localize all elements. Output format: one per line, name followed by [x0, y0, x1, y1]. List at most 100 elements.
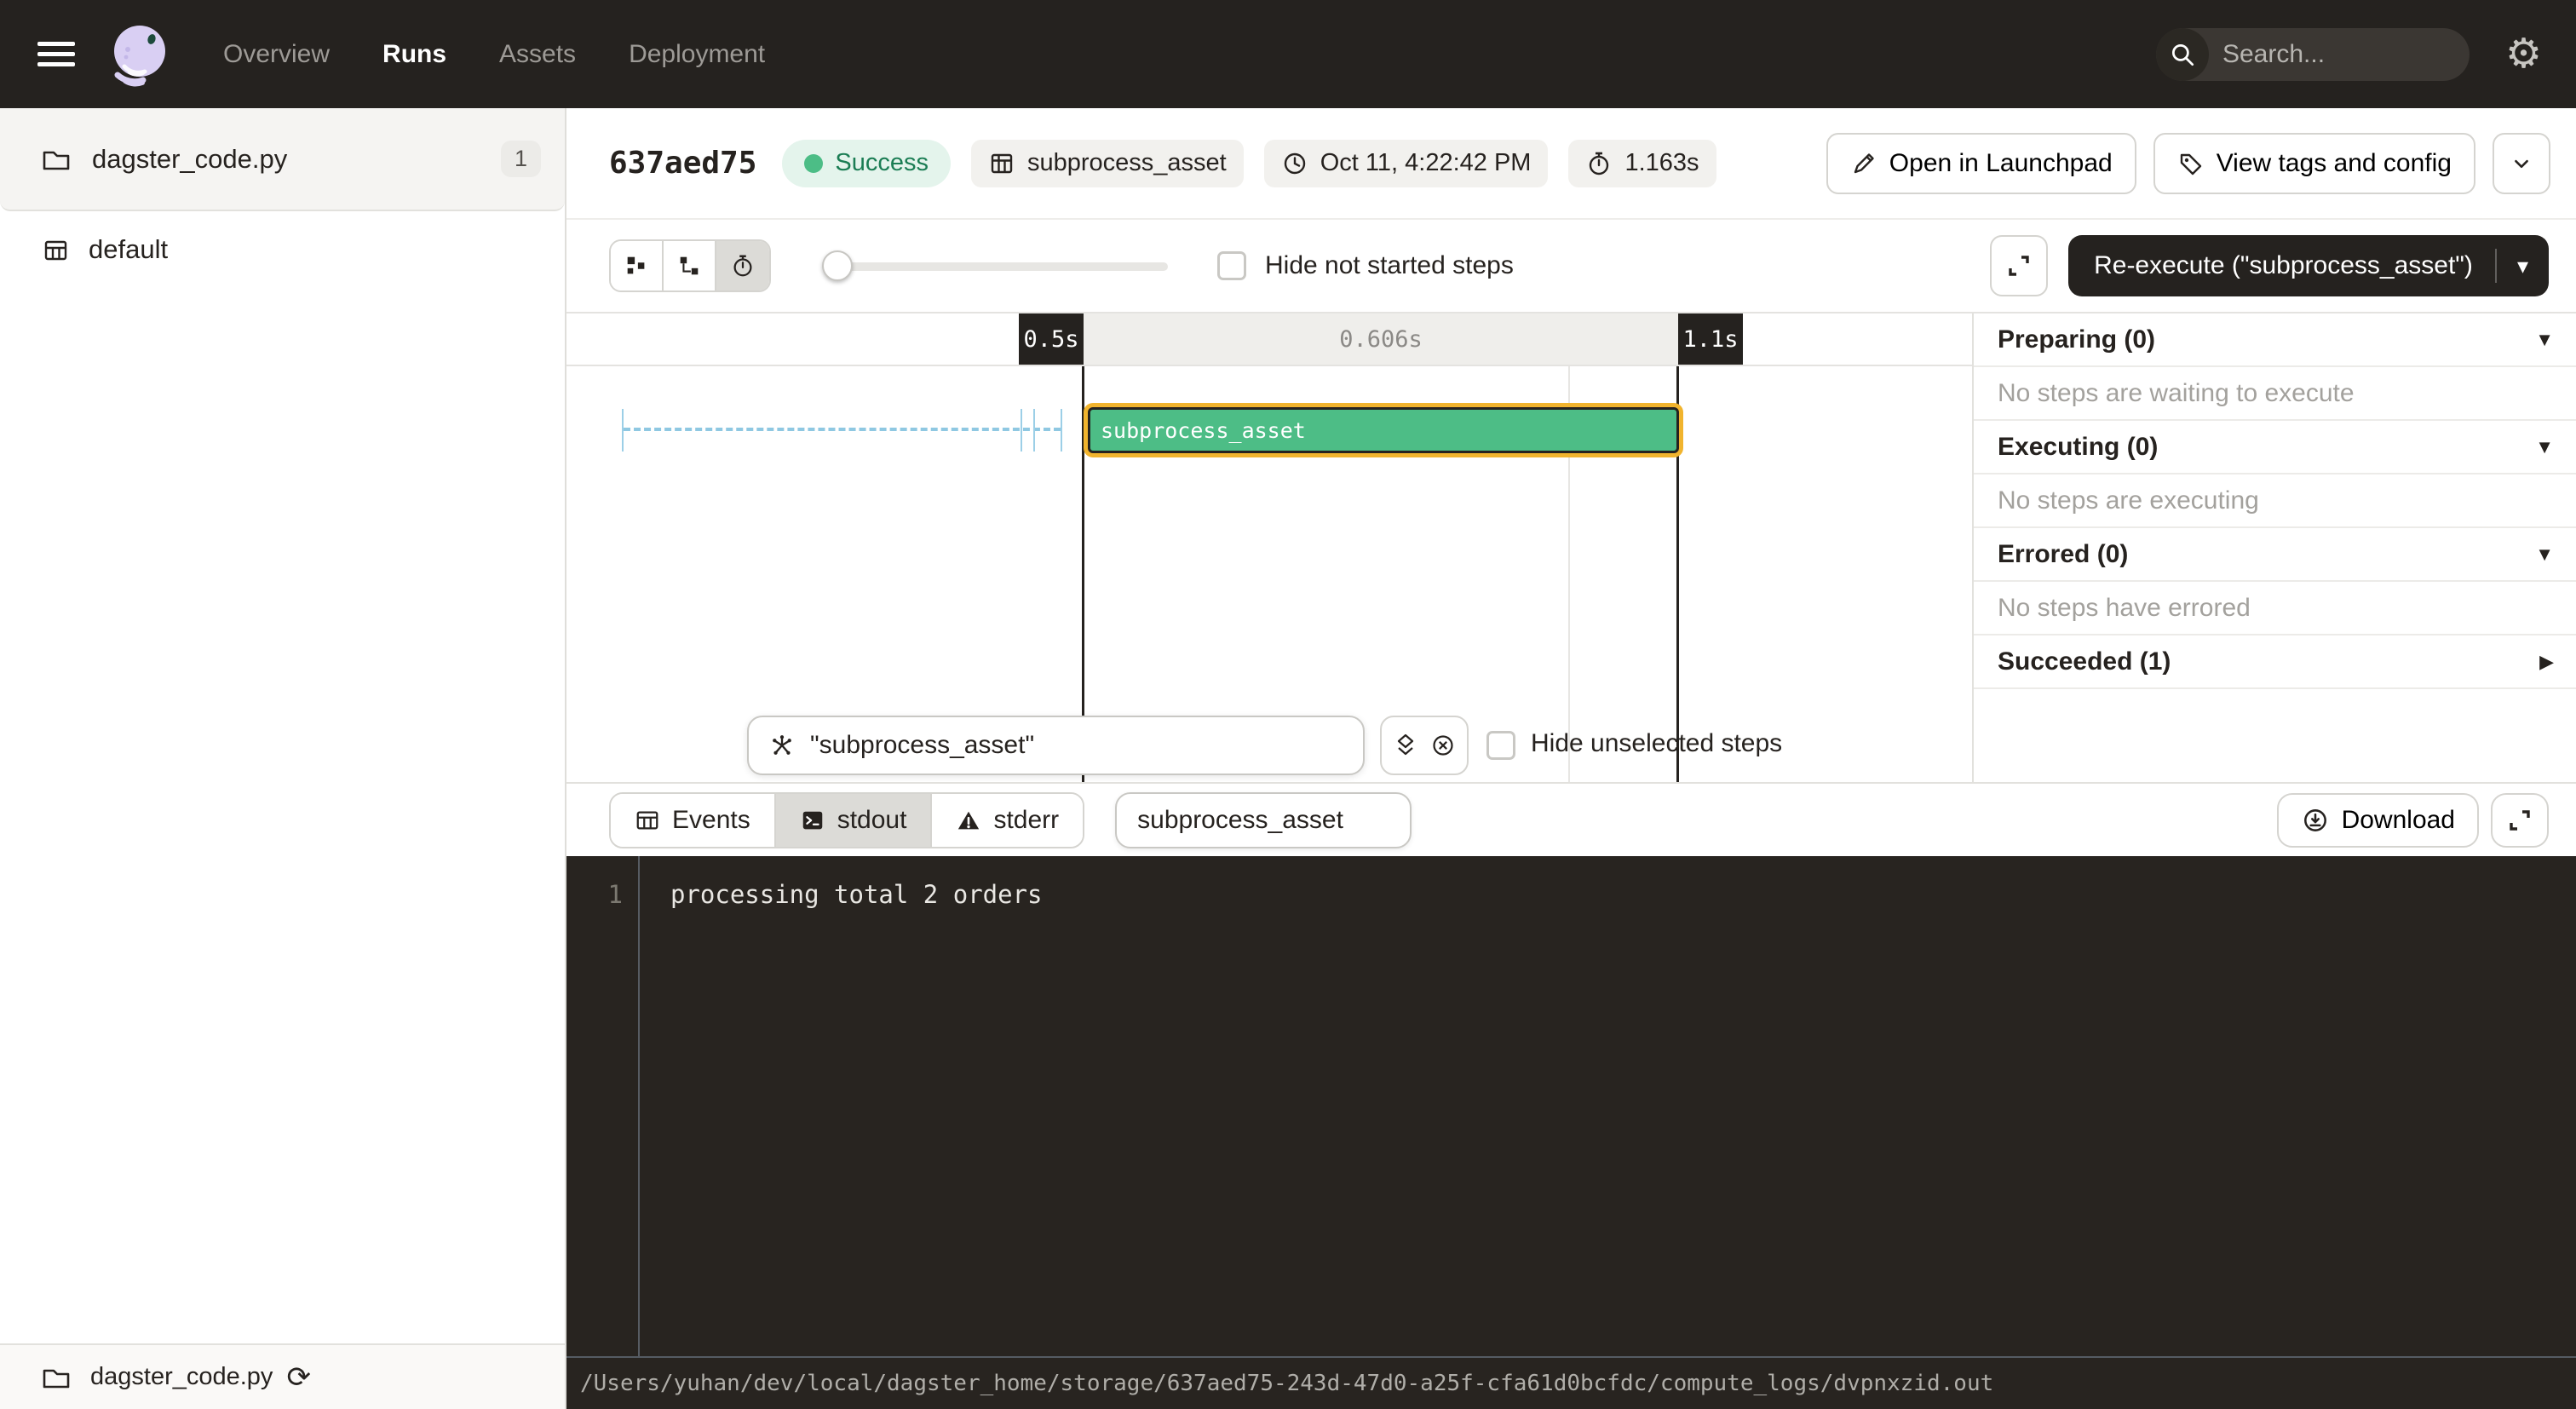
- log-step-selector-input[interactable]: [1137, 806, 1389, 835]
- top-nav: Overview Runs Assets Deployment / ⚙: [0, 0, 2576, 108]
- clear-selection-button[interactable]: [1429, 732, 1457, 759]
- gantt-view-toggle: [609, 239, 771, 292]
- reexecute-dropdown-caret[interactable]: ▾: [2497, 253, 2549, 279]
- asset-tag-pill[interactable]: subprocess_asset: [971, 140, 1244, 187]
- gantt-chart: 0.606s 0.5s 1.1s subprocess_asset: [566, 313, 1972, 782]
- sidebar-repo-header[interactable]: dagster_code.py 1: [0, 108, 565, 211]
- hide-not-started-checkbox[interactable]: [1217, 251, 1246, 280]
- nav-overview[interactable]: Overview: [223, 40, 330, 69]
- run-id: 637aed75: [609, 146, 756, 181]
- clock-icon: [1281, 150, 1308, 177]
- reload-icon[interactable]: ⟳: [286, 1363, 311, 1392]
- hide-not-started-label: Hide not started steps: [1265, 251, 1514, 280]
- view-tags-config-label: View tags and config: [2217, 149, 2452, 178]
- timed-view-button[interactable]: [716, 241, 769, 290]
- view-tags-config-button[interactable]: View tags and config: [2153, 133, 2475, 194]
- waterfall-view-icon: [676, 253, 702, 279]
- section-title: Executing (0): [1998, 433, 2535, 462]
- reexecute-button[interactable]: Re-execute ("subprocess_asset") ▾: [2068, 235, 2549, 296]
- nav-deployment[interactable]: Deployment: [629, 40, 765, 69]
- duration-label: 1.163s: [1624, 149, 1699, 177]
- log-gutter-divider: [638, 856, 640, 1356]
- flat-view-icon: [624, 253, 649, 279]
- section-title: Preparing (0): [1998, 325, 2535, 354]
- flat-view-button[interactable]: [611, 241, 664, 290]
- global-search[interactable]: /: [2156, 28, 2470, 81]
- section-preparing[interactable]: Preparing (0) ▼: [1974, 313, 2576, 367]
- log-line-text: processing total 2 orders: [623, 880, 1043, 909]
- tab-stderr[interactable]: stderr: [932, 794, 1083, 847]
- log-status-bar: /Users/yuhan/dev/local/dagster_home/stor…: [566, 1356, 2576, 1409]
- step-status-panel: Preparing (0) ▼ No steps are waiting to …: [1972, 313, 2576, 782]
- section-errored[interactable]: Errored (0) ▼: [1974, 528, 2576, 582]
- timeline-duration-span: 0.606s: [1084, 313, 1678, 365]
- section-executing[interactable]: Executing (0) ▼: [1974, 421, 2576, 474]
- status-badge: Success: [782, 140, 951, 187]
- layers-icon: [1392, 732, 1419, 759]
- gear-icon[interactable]: ⚙: [2505, 34, 2542, 75]
- tab-events[interactable]: Events: [611, 794, 776, 847]
- pencil-icon: [1850, 150, 1877, 177]
- duration-pill: 1.163s: [1568, 140, 1716, 187]
- log-output: 1 processing total 2 orders: [566, 856, 2576, 1356]
- expand-icon: [2004, 251, 2033, 280]
- tag-icon: [2177, 150, 2205, 177]
- gantt-body: 0.606s 0.5s 1.1s subprocess_asset: [566, 312, 2576, 782]
- repo-count-badge: 1: [501, 141, 541, 177]
- gantt-step-bar[interactable]: subprocess_asset: [1088, 407, 1679, 453]
- step-waiting-band: [622, 409, 1062, 451]
- log-step-selector[interactable]: [1115, 792, 1412, 848]
- timeline-end-badge: 1.1s: [1678, 313, 1743, 365]
- open-in-launchpad-button[interactable]: Open in Launchpad: [1826, 133, 2136, 194]
- nav-assets[interactable]: Assets: [499, 40, 576, 69]
- circle-x-icon: [1429, 732, 1457, 759]
- step-filter-input-wrap: [747, 716, 1365, 775]
- hide-unselected-checkbox[interactable]: [1486, 731, 1515, 760]
- gantt-zoom-slider[interactable]: [822, 250, 1168, 281]
- step-filter-input[interactable]: [810, 731, 1344, 760]
- download-icon: [2301, 806, 2330, 835]
- primary-nav: Overview Runs Assets Deployment: [223, 40, 765, 69]
- sidebar-footer: dagster_code.py ⟳: [0, 1343, 565, 1409]
- chevron-down-icon: [2509, 151, 2534, 176]
- slider-knob[interactable]: [822, 250, 853, 281]
- job-grid-icon: [41, 235, 70, 264]
- hide-unselected-label: Hide unselected steps: [1531, 729, 1782, 758]
- caret-right-icon: ▶: [2539, 651, 2554, 673]
- dagster-octopus-icon: [104, 19, 175, 90]
- hamburger-menu-icon[interactable]: [37, 37, 75, 72]
- run-actions-dropdown-button[interactable]: [2493, 133, 2550, 194]
- expand-selection-button[interactable]: [1392, 732, 1419, 759]
- section-title: Errored (0): [1998, 540, 2535, 569]
- log-line-number: 1: [566, 880, 623, 909]
- nav-runs[interactable]: Runs: [382, 40, 446, 69]
- status-label: Success: [835, 149, 929, 177]
- download-button[interactable]: Download: [2277, 793, 2479, 848]
- caret-down-icon: ▼: [2535, 543, 2554, 566]
- footer-file-label: dagster_code.py: [90, 1363, 273, 1391]
- log-fullscreen-button[interactable]: [2491, 793, 2549, 848]
- log-toolbar: Events stdout stderr: [566, 782, 2576, 856]
- section-succeeded[interactable]: Succeeded (1) ▶: [1974, 635, 2576, 689]
- slider-track[interactable]: [822, 262, 1168, 271]
- filter-button-group: [1380, 716, 1469, 775]
- folder-icon: [41, 1364, 72, 1391]
- repo-file-label: dagster_code.py: [92, 144, 287, 175]
- dagster-logo[interactable]: [104, 19, 175, 90]
- status-dot-icon: [804, 154, 823, 173]
- section-title: Succeeded (1): [1998, 647, 2539, 676]
- timeline-strip: 0.606s 0.5s 1.1s: [566, 313, 1972, 366]
- download-label: Download: [2342, 806, 2455, 835]
- gantt-fullscreen-button[interactable]: [1990, 235, 2048, 296]
- hide-not-started-control: Hide not started steps: [1217, 251, 1514, 280]
- tab-stdout[interactable]: stdout: [776, 794, 933, 847]
- folder-icon: [41, 146, 72, 173]
- sidebar-item-default[interactable]: default: [0, 211, 565, 288]
- open-in-launchpad-label: Open in Launchpad: [1889, 149, 2113, 178]
- search-input[interactable]: [2209, 40, 2470, 69]
- waterfall-view-button[interactable]: [664, 241, 716, 290]
- gantt-toolbar: Hide not started steps Re-execute ("subp…: [566, 220, 2576, 312]
- section-errored-message: No steps have errored: [1974, 582, 2576, 635]
- gantt-filter-row: Hide unselected steps: [566, 716, 1972, 775]
- section-preparing-message: No steps are waiting to execute: [1974, 367, 2576, 421]
